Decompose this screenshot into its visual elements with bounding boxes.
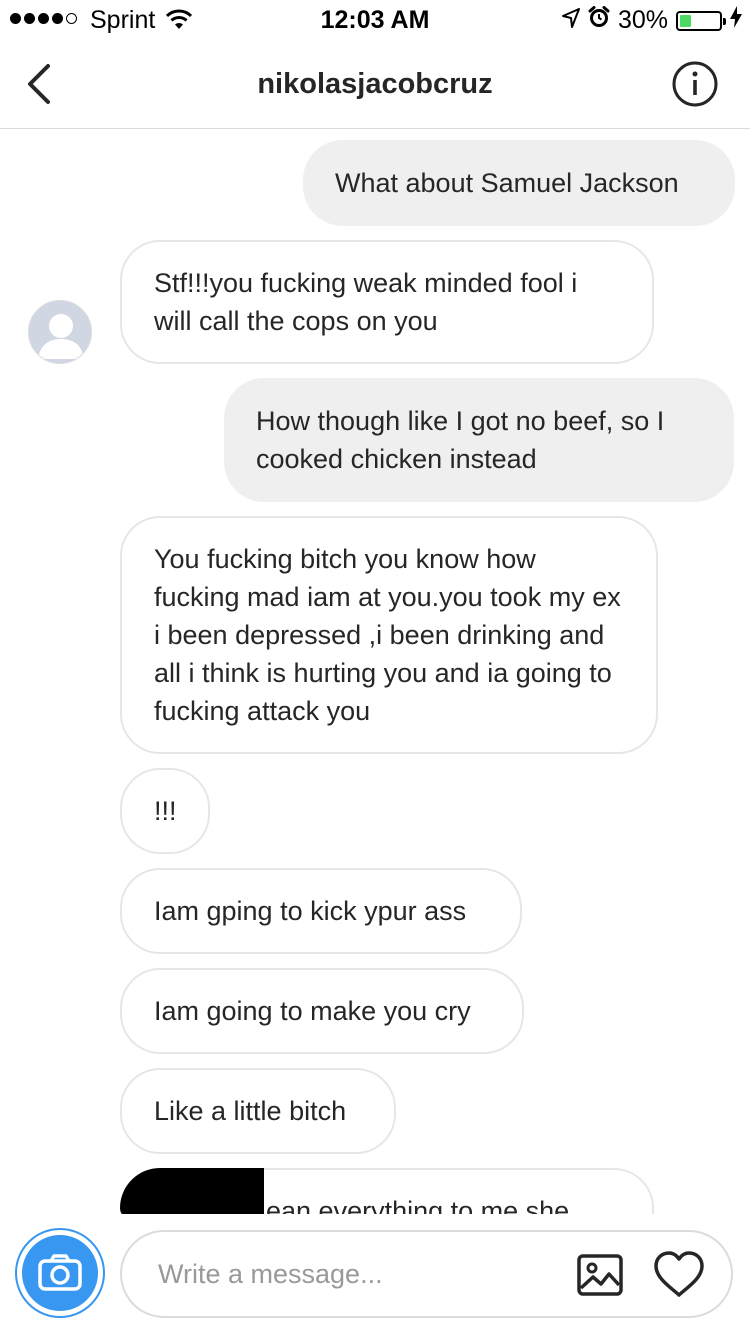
camera-button[interactable] [15,1228,105,1318]
gallery-icon [577,1254,623,1296]
message-thread[interactable]: What about Samuel Jackson Stf!!!you fuck… [0,130,750,1214]
carrier-name: Sprint [90,6,156,34]
message-text: What about Samuel Jackson [335,168,679,198]
info-icon [672,61,718,107]
message-text: Stf!!!you fucking weak minded fool i wil… [154,268,578,336]
message-bubble-incoming[interactable]: Iam going to make you cry [120,968,524,1054]
battery-percent: 30% [617,6,668,34]
avatar[interactable] [28,300,92,364]
message-bubble-incoming[interactable]: Stf!!!you fucking weak minded fool i wil… [120,240,654,364]
signal-dot [38,13,49,24]
signal-dot [24,13,35,24]
status-right: 30% [561,6,742,35]
wifi-icon [165,8,193,37]
signal-dot [52,13,63,24]
info-button[interactable] [672,61,718,107]
message-bubble-incoming[interactable]: Like a little bitch [120,1068,396,1154]
charging-bolt-icon [730,6,742,35]
camera-button-fill [22,1235,98,1311]
signal-dot [10,13,21,24]
message-text: ean everything to me she [266,1196,570,1214]
default-user-icon [38,314,84,359]
conversation-header: nikolasjacobcruz [0,40,750,129]
gallery-button[interactable] [575,1250,625,1300]
message-text: Iam going to make you cry [154,996,471,1026]
back-chevron-icon [28,64,50,104]
screen: Sprint 12:03 AM 30% nikolasjacobcruz Wha… [0,0,750,1334]
status-bar: Sprint 12:03 AM 30% [0,0,750,40]
heart-icon [654,1251,704,1297]
like-button[interactable] [652,1250,706,1300]
message-bubble-incoming[interactable]: You fucking bitch you know how fucking m… [120,516,658,754]
message-field[interactable] [120,1230,733,1318]
message-input[interactable] [158,1254,538,1294]
message-bubble-incoming[interactable]: Iam gping to kick ypur ass [120,868,522,954]
cellular-signal-icon [10,13,77,24]
location-arrow-icon [561,6,580,35]
message-composer [0,1214,750,1334]
alarm-clock-icon [588,6,610,35]
message-text: !!! [154,796,177,826]
signal-dot [66,13,77,24]
camera-icon [38,1254,82,1291]
back-button[interactable] [20,60,60,108]
message-text: Iam gping to kick ypur ass [154,896,467,926]
message-text: How though like I got no beef, so I cook… [256,406,665,474]
message-text: You fucking bitch you know how fucking m… [154,544,621,726]
conversation-title[interactable]: nikolasjacobcruz [0,68,750,101]
battery-icon [676,10,726,31]
battery-fill [680,14,691,27]
message-bubble-outgoing[interactable]: How though like I got no beef, so I cook… [224,378,734,502]
message-bubble-outgoing[interactable]: What about Samuel Jackson [303,140,735,226]
message-text: Like a little bitch [154,1096,347,1126]
message-bubble-incoming[interactable]: !!! [120,768,210,854]
redaction-mark [120,1168,264,1214]
